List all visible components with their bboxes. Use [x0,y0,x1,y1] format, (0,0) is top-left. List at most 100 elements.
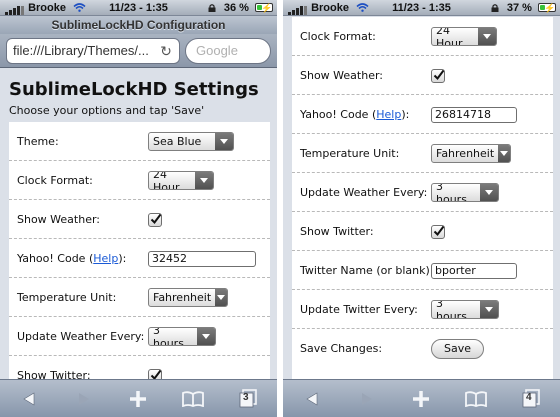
address-field[interactable]: file:///Library/Themes/... ↻ [6,38,180,64]
page-subtitle: Choose your options and tap 'Save' [9,104,205,117]
tab-count: 4 [526,392,532,403]
add-icon [130,391,146,407]
url-text: file:///Library/Themes/... [13,43,149,58]
update-twitter-select[interactable]: 3 hours [431,300,499,319]
update-weather-value: 3 hours [436,183,467,202]
battery-icon: ⚡ [255,3,273,13]
chevron-down-icon [498,145,510,162]
back-button[interactable] [9,380,49,417]
bookmarks-button[interactable] [173,380,213,417]
update-weather-select[interactable]: 3 hours [431,183,499,202]
setting-update-weather: Update Weather Every: 3 hours [292,173,553,212]
show-twitter-checkbox[interactable] [431,224,445,239]
back-arrow-icon [306,392,318,406]
back-button[interactable] [292,380,332,417]
update-weather-label: Update Weather Every: [300,186,428,199]
status-bar: Brooke 11/23 - 1:35 36 % ⚡ [0,0,277,16]
clock-format-select[interactable]: 24 Hour [431,27,497,46]
twitter-name-input[interactable]: bporter [431,262,517,279]
show-weather-label: Show Weather: [300,69,384,82]
chevron-down-icon [480,184,498,201]
clock-format-select[interactable]: 24 Hour [148,171,214,190]
setting-temperature-unit: Temperature Unit: Fahrenheit [292,134,553,173]
update-twitter-value: 3 hours [436,300,467,319]
address-row: file:///Library/Themes/... ↻ Google [0,34,277,68]
status-right: 36 % ⚡ [208,2,273,14]
show-weather-checkbox[interactable] [148,212,162,227]
setting-temperature-unit: Temperature Unit: Fahrenheit [9,278,270,317]
checkmark-icon [433,225,445,236]
chevron-down-icon [478,28,496,45]
status-right: 37 % ⚡ [491,2,556,14]
temperature-unit-select[interactable]: Fahrenheit [148,288,228,307]
twitter-name-label: Twitter Name (or blank): [300,264,434,277]
clock-format-label: Clock Format: [17,174,93,187]
update-weather-value: 3 hours [153,327,184,346]
yahoo-code-input[interactable]: 32452 [148,250,256,267]
browser-toolbar: 4 [283,379,560,417]
forward-arrow-icon [362,393,372,405]
add-button[interactable] [118,380,158,417]
temperature-unit-label: Temperature Unit: [17,291,117,304]
show-weather-label: Show Weather: [17,213,101,226]
pages-button[interactable]: 4 [511,380,551,417]
update-twitter-label: Update Twitter Every: [300,303,418,316]
right-screen: Brooke 11/23 - 1:35 37 % ⚡ Clock Format:… [283,0,560,417]
lock-icon [208,4,216,12]
checkmark-icon [433,69,445,80]
status-bar: Brooke 11/23 - 1:35 37 % ⚡ [283,0,560,16]
setting-save: Save Changes: Save [292,329,553,368]
chevron-down-icon [215,133,233,150]
theme-select[interactable]: Sea Blue [148,132,234,151]
bookmarks-icon [465,391,487,407]
setting-clock-format: Clock Format: 24 Hour [9,161,270,200]
forward-button[interactable] [64,380,104,417]
bookmarks-icon [182,391,204,407]
clock-format-value: 24 Hour [436,27,463,46]
add-button[interactable] [401,380,441,417]
back-arrow-icon [23,392,35,406]
setting-show-weather: Show Weather: [9,200,270,239]
checkmark-icon [150,213,162,224]
help-link[interactable]: Help [93,252,118,265]
yahoo-code-label: Yahoo! Code (Help): [17,252,127,265]
chevron-down-icon [197,328,215,345]
battery-icon: ⚡ [538,3,556,13]
page-header: SublimeLockHD Settings Choose your optio… [0,69,277,121]
update-weather-label: Update Weather Every: [17,330,145,343]
browser-toolbar: 3 [0,379,277,417]
chevron-down-icon [195,172,213,189]
reload-icon[interactable]: ↻ [159,39,173,63]
page-title-bar: SublimeLockHD Configuration [0,16,277,34]
show-weather-checkbox[interactable] [431,68,445,83]
help-link[interactable]: Help [376,108,401,121]
update-weather-select[interactable]: 3 hours [148,327,216,346]
pages-button[interactable]: 3 [228,380,268,417]
yahoo-code-label: Yahoo! Code (Help): [300,108,410,121]
setting-clock-format: Clock Format: 24 Hour [292,17,553,56]
tab-count: 3 [243,392,249,403]
temperature-unit-value: Fahrenheit [153,291,212,304]
forward-arrow-icon [79,393,89,405]
battery-percent: 36 % [223,2,249,14]
forward-button[interactable] [347,380,387,417]
setting-yahoo-code: Yahoo! Code (Help): 32452 [9,239,270,278]
yahoo-code-input[interactable]: 26814718 [431,106,517,123]
save-button[interactable]: Save [431,338,485,359]
temperature-unit-select[interactable]: Fahrenheit [431,144,511,163]
temperature-unit-label: Temperature Unit: [300,147,400,160]
left-screen: Brooke 11/23 - 1:35 36 % ⚡ SublimeLockHD… [0,0,277,417]
theme-label: Theme: [17,135,59,148]
lock-icon [491,4,499,12]
show-twitter-label: Show Twitter: [300,225,374,238]
search-field[interactable]: Google [185,38,271,64]
setting-show-twitter: Show Twitter: [292,212,553,251]
battery-percent: 37 % [506,2,532,14]
bookmarks-button[interactable] [456,380,496,417]
chevron-down-icon [215,289,227,306]
setting-update-weather: Update Weather Every: 3 hours [9,317,270,356]
setting-yahoo-code: Yahoo! Code (Help): 26814718 [292,95,553,134]
settings-form: Theme: Sea Blue Clock Format: 24 Hour Sh… [9,122,270,395]
page-title: SublimeLockHD Settings [9,79,259,100]
web-content: SublimeLockHD Settings Choose your optio… [0,69,277,395]
